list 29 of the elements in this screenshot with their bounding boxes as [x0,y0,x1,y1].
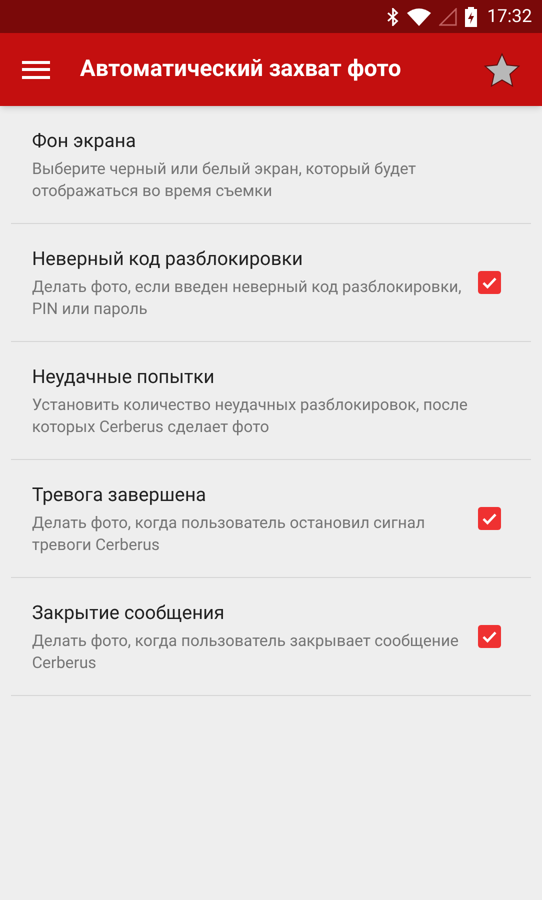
setting-summary: Делать фото, когда пользователь остановил сигнал тревоги Cerberus [32,512,426,556]
setting-item[interactable]: Закрытие сообщения Делать фото, когда пользователь закрывает сообщение Cerberus [32,598,478,674]
menu-icon[interactable] [22,60,50,80]
setting-item[interactable]: Неудачные попытки Установить количество неудачных разблокировок, после которых Cerberus сделает фото [32,362,501,438]
star-icon[interactable] [484,52,520,86]
setting-summary: Выберите черный или белый экран, который будет отображаться во время съемки [32,158,417,202]
setting-title: Тревога завершена [32,482,208,508]
wifi-icon [407,8,432,26]
check-icon [482,512,497,524]
signal-icon [439,8,458,26]
setting-item[interactable]: Фон экрана Выберите черный или белый экран, который будет отображаться во время съемки [32,126,501,202]
status-time: 17:32 [487,5,532,29]
checkbox[interactable] [478,507,501,530]
check-icon [482,276,497,288]
setting-summary: Делать фото, если введен неверный код разблокировки, PIN или пароль [32,276,462,320]
setting-title: Неудачные попытки [32,364,216,390]
setting-summary: Делать фото, когда пользователь закрывает сообщение Cerberus [32,630,460,674]
setting-item[interactable]: Неверный код разблокировки Делать фото, если введен неверный код разблокировки, PIN или пароль [32,244,478,320]
setting-summary: Установить количество неудачных разблокировок, после которых Cerberus сделает фото [32,394,469,438]
setting-title: Фон экрана [32,128,137,154]
toolbar-title: Автоматический захват фото [80,54,402,84]
bluetooth-icon [387,8,400,26]
battery-icon [465,6,478,26]
setting-title: Неверный код разблокировки [32,246,304,272]
checkbox[interactable] [478,271,501,294]
setting-title: Закрытие сообщения [32,600,226,626]
check-icon [482,630,497,642]
checkbox[interactable] [478,625,501,648]
setting-item[interactable]: Тревога завершена Делать фото, когда пользователь остановил сигнал тревоги Cerberus [32,480,478,556]
